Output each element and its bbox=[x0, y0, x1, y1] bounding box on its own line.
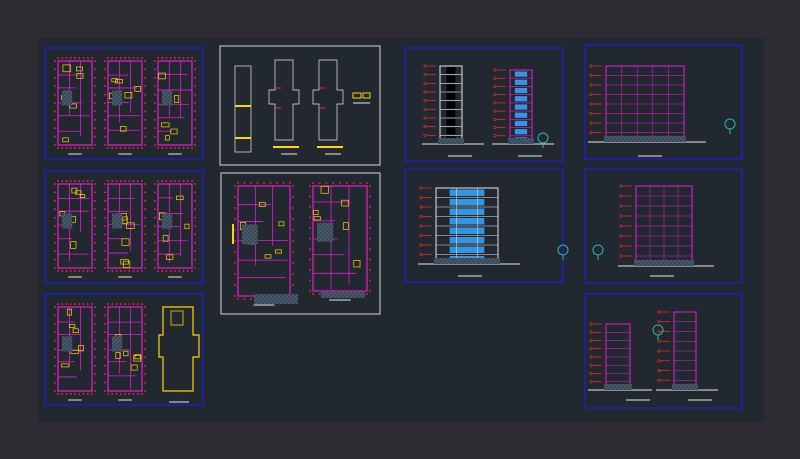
tree-icon bbox=[592, 244, 604, 256]
floor-plan bbox=[309, 182, 371, 301]
building-elevation bbox=[588, 322, 652, 391]
building-elevation bbox=[492, 68, 554, 145]
tree-icon bbox=[537, 132, 549, 144]
sheet-elevation-glass[interactable] bbox=[404, 168, 564, 283]
building-elevation bbox=[588, 64, 706, 143]
building-elevation bbox=[422, 64, 484, 145]
building-elevation bbox=[618, 184, 714, 267]
floor-plan bbox=[234, 182, 294, 306]
roof-plan bbox=[158, 306, 200, 403]
floor-plan bbox=[154, 180, 196, 278]
floor-plan bbox=[154, 57, 196, 155]
floor-plan bbox=[104, 57, 146, 155]
structural-plan bbox=[234, 59, 371, 155]
floor-plan bbox=[54, 303, 96, 401]
floor-plan bbox=[54, 180, 96, 278]
drawing-content bbox=[54, 57, 736, 403]
floor-plan bbox=[104, 303, 146, 401]
floor-plan bbox=[104, 180, 146, 278]
tree-icon bbox=[724, 118, 736, 130]
drawing-sheets bbox=[44, 44, 743, 409]
cad-drawing-canvas[interactable] bbox=[38, 38, 764, 422]
building-elevation bbox=[656, 310, 718, 391]
floor-plan bbox=[54, 57, 96, 155]
tree-icon bbox=[652, 324, 664, 336]
building-elevation bbox=[418, 186, 520, 265]
